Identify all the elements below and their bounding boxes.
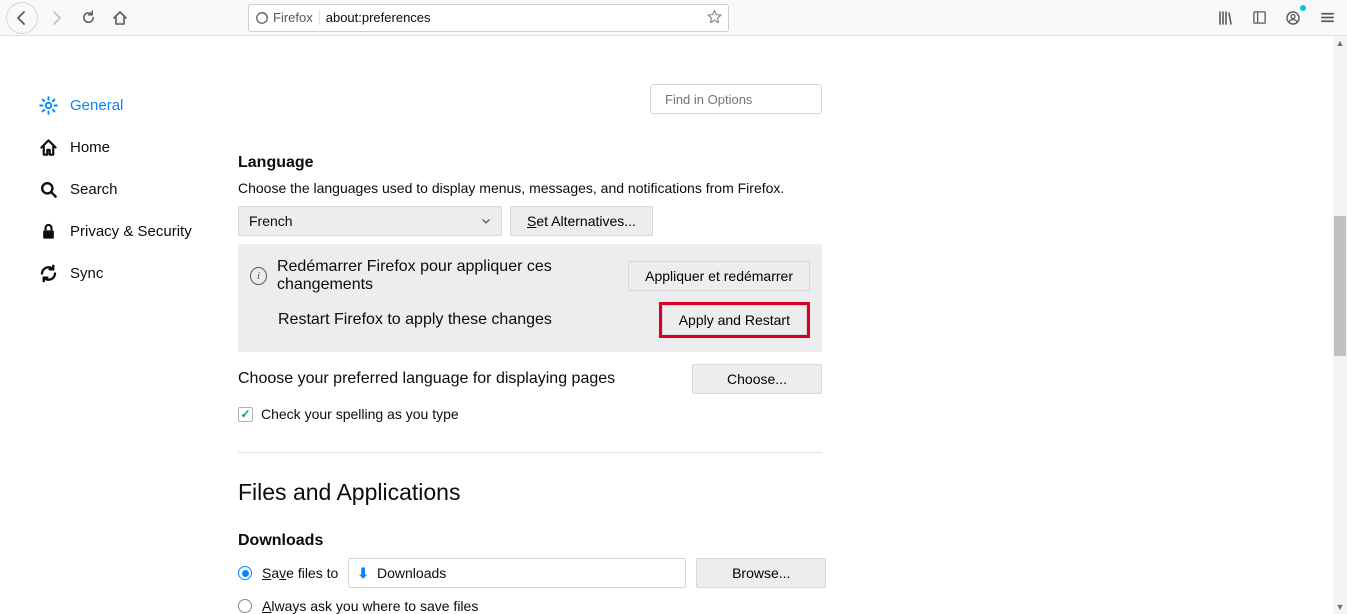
search-icon: [38, 180, 58, 199]
library-icon: [1217, 10, 1233, 26]
download-arrow-icon: ⬇: [357, 565, 369, 582]
star-icon: [707, 9, 722, 24]
hamburger-icon: [1320, 10, 1335, 25]
preferences-sidebar: General Home Search Privacy & Security S…: [0, 36, 210, 614]
language-select[interactable]: French: [238, 206, 502, 236]
save-to-radio[interactable]: [238, 566, 252, 580]
apply-restart-button-fr[interactable]: Appliquer et redémarrer: [628, 261, 810, 291]
sidebar-item-home[interactable]: Home: [38, 126, 210, 168]
set-alternatives-button[interactable]: Set Alternatives...: [510, 206, 653, 236]
arrow-left-icon: [14, 10, 30, 26]
preferences-content: Language Choose the languages used to di…: [210, 36, 1110, 614]
always-ask-label: Always ask you where to save files: [262, 598, 478, 614]
scroll-down-button[interactable]: ▼: [1333, 600, 1347, 614]
library-button[interactable]: [1211, 4, 1239, 32]
scroll-up-button[interactable]: ▲: [1333, 36, 1347, 50]
account-icon: [1285, 10, 1301, 26]
sidebar-item-sync[interactable]: Sync: [38, 252, 210, 294]
files-apps-heading: Files and Applications: [238, 479, 1110, 506]
arrow-right-icon: [48, 10, 64, 26]
download-path-label: Downloads: [377, 565, 446, 581]
sidebar-item-search[interactable]: Search: [38, 168, 210, 210]
menu-button[interactable]: [1313, 4, 1341, 32]
find-input[interactable]: [665, 92, 841, 107]
save-to-label: Save files to: [262, 565, 338, 581]
choose-language-button[interactable]: Choose...: [692, 364, 822, 394]
find-in-options[interactable]: [650, 84, 822, 114]
home-icon: [38, 138, 58, 157]
restart-text-fr: Redémarrer Firefox pour appliquer ces ch…: [277, 258, 628, 294]
bookmark-button[interactable]: [707, 9, 722, 27]
separator: [238, 452, 822, 453]
sidebar-item-privacy[interactable]: Privacy & Security: [38, 210, 210, 252]
lock-icon: [38, 222, 58, 241]
spellcheck-row[interactable]: Check your spelling as you type: [238, 406, 1110, 422]
chevron-down-icon: [481, 216, 491, 226]
downloads-heading: Downloads: [238, 532, 1110, 550]
language-desc: Choose the languages used to display men…: [238, 180, 1110, 196]
sidebar-icon: [1252, 10, 1267, 25]
toolbar-right: [1211, 4, 1341, 32]
sidebar-item-label: Privacy & Security: [70, 223, 192, 240]
notification-dot-icon: [1300, 5, 1306, 11]
apply-restart-button-en[interactable]: Apply and Restart: [662, 305, 807, 335]
browse-button[interactable]: Browse...: [696, 558, 826, 588]
gear-icon: [38, 96, 58, 115]
always-ask-radio[interactable]: [238, 599, 252, 613]
selected-language: French: [249, 213, 293, 229]
apply-restart-highlight: Apply and Restart: [659, 302, 810, 338]
back-button[interactable]: [6, 2, 38, 34]
restart-notice: i Redémarrer Firefox pour appliquer ces …: [238, 244, 822, 352]
scroll-thumb[interactable]: [1334, 216, 1346, 356]
browser-toolbar: Firefox: [0, 0, 1347, 36]
restart-text-en: Restart Firefox to apply these changes: [278, 311, 552, 329]
info-icon: i: [250, 267, 267, 285]
sidebar-button[interactable]: [1245, 4, 1273, 32]
sync-icon: [38, 264, 58, 283]
sidebar-item-label: Home: [70, 139, 110, 156]
reload-button[interactable]: [74, 4, 102, 32]
vertical-scrollbar[interactable]: ▲ ▼: [1333, 36, 1347, 614]
sidebar-item-label: Search: [70, 181, 118, 198]
download-path[interactable]: ⬇ Downloads: [348, 558, 686, 588]
firefox-icon: [255, 11, 269, 25]
sidebar-item-label: General: [70, 97, 123, 114]
reload-icon: [81, 10, 96, 25]
identity-box[interactable]: Firefox: [255, 10, 320, 25]
forward-button[interactable]: [42, 4, 70, 32]
url-bar[interactable]: Firefox: [248, 4, 729, 32]
url-input[interactable]: [326, 10, 701, 25]
spellcheck-label: Check your spelling as you type: [261, 406, 459, 422]
home-button[interactable]: [106, 4, 134, 32]
spellcheck-checkbox[interactable]: [238, 407, 253, 422]
language-heading: Language: [238, 154, 1110, 172]
home-icon: [112, 10, 128, 26]
preferred-pages-label: Choose your preferred language for displ…: [238, 370, 615, 388]
sidebar-item-general[interactable]: General: [38, 84, 210, 126]
account-button[interactable]: [1279, 4, 1307, 32]
sidebar-item-label: Sync: [70, 265, 103, 282]
identity-label: Firefox: [273, 10, 313, 25]
